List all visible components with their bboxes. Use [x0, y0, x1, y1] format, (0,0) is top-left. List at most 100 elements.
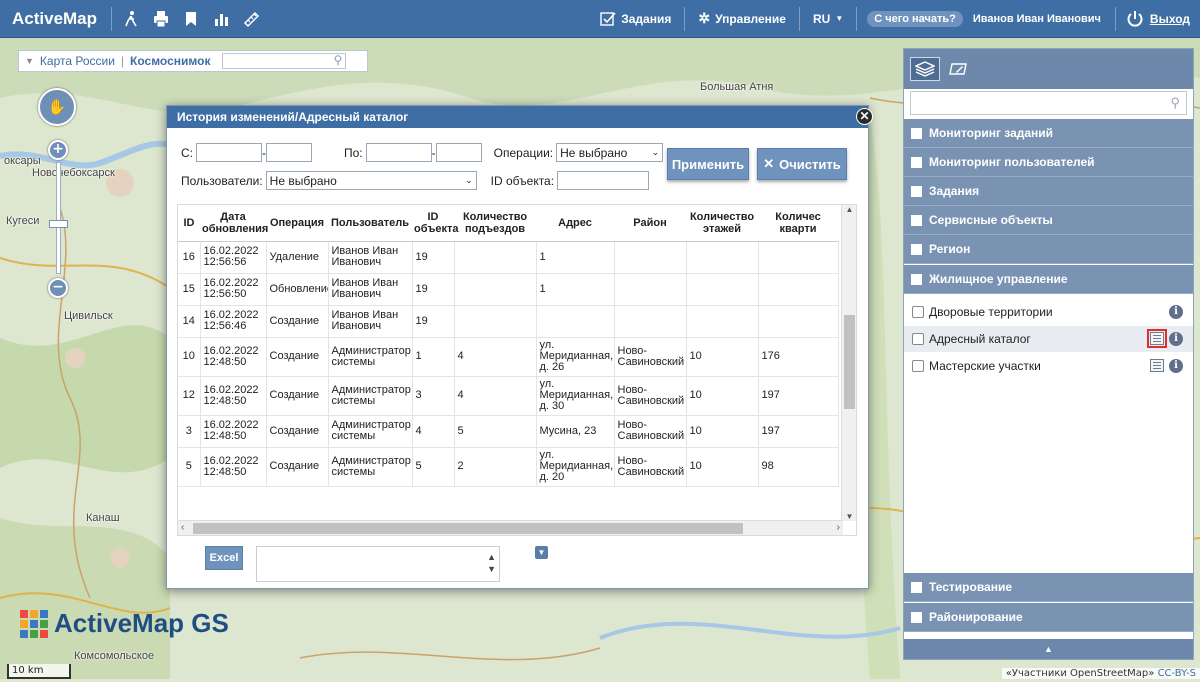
info-icon[interactable]: i: [1169, 332, 1183, 346]
panel-collapse-button[interactable]: ▲: [904, 639, 1193, 659]
layers-tab-icon[interactable]: [910, 57, 940, 81]
col-header-address[interactable]: Адрес: [536, 205, 614, 242]
attribution-link[interactable]: CC-BY-S: [1158, 668, 1196, 679]
table-row[interactable]: 16 16.02.2022 12:56:56 Удаление Иванов И…: [178, 241, 839, 274]
scroll-right-icon[interactable]: ›: [837, 521, 840, 535]
cell-date: 16.02.2022 12:56:56: [200, 241, 267, 274]
apply-button[interactable]: Применить: [667, 148, 749, 180]
manage-button[interactable]: ✲ Управление: [689, 0, 795, 38]
chart-icon[interactable]: [206, 4, 236, 34]
section-zoning[interactable]: Районирование: [904, 603, 1193, 632]
vertical-scroll-thumb[interactable]: [844, 315, 855, 409]
section-checkbox[interactable]: [911, 127, 922, 139]
user-name[interactable]: Иванов Иван Иванович: [963, 13, 1111, 25]
map-label-kanash: Канаш: [86, 512, 120, 524]
section-checkbox[interactable]: [911, 185, 922, 197]
dialog-titlebar[interactable]: История изменений/Адресный каталог ✕: [167, 106, 873, 128]
section-service-objects[interactable]: Сервисные объекты: [904, 206, 1193, 235]
section-task-monitoring[interactable]: Мониторинг заданий: [904, 119, 1193, 148]
section-checkbox[interactable]: [911, 214, 922, 226]
spinner-arrows-icon[interactable]: ▲ ▼: [487, 551, 496, 575]
page-dropdown-icon[interactable]: ▼: [535, 546, 548, 559]
col-header-operation[interactable]: Операция: [266, 205, 328, 242]
operations-select[interactable]: Не выбрано ⌄: [556, 143, 664, 162]
clear-button[interactable]: ✕ Очистить: [757, 148, 847, 180]
map-search-input[interactable]: ⚲: [222, 53, 347, 69]
section-testing[interactable]: Тестирование: [904, 573, 1193, 602]
section-checkbox[interactable]: [911, 243, 922, 255]
map-label-cheboksary: оксары: [4, 155, 41, 167]
layer-checkbox[interactable]: [912, 333, 924, 345]
scroll-up-icon[interactable]: ▲: [842, 205, 856, 214]
section-checkbox[interactable]: [911, 156, 922, 168]
table-row[interactable]: 3 16.02.2022 12:48:50 Создание Администр…: [178, 415, 839, 448]
table-horizontal-scrollbar[interactable]: ‹ ›: [178, 520, 843, 535]
print-icon[interactable]: [146, 4, 176, 34]
from-date-input[interactable]: [196, 143, 262, 162]
col-header-user[interactable]: Пользователь: [328, 205, 412, 242]
history-list-icon[interactable]: [1150, 359, 1164, 372]
to-time-input[interactable]: [435, 143, 482, 162]
section-checkbox[interactable]: [911, 611, 922, 623]
help-start-button[interactable]: С чего начать?: [867, 10, 963, 27]
table-vertical-scrollbar[interactable]: ▲ ▼: [841, 205, 856, 521]
bookmark-icon[interactable]: [176, 4, 206, 34]
scroll-down-icon[interactable]: ▼: [842, 512, 856, 521]
zoom-slider-handle[interactable]: [49, 220, 68, 228]
layer-option-russia-map[interactable]: Карта России: [40, 54, 115, 68]
layer-item-workshops[interactable]: Мастерские участки i: [904, 353, 1193, 379]
zoom-in-button[interactable]: +: [48, 140, 68, 160]
layer-option-satellite[interactable]: Космоснимок: [130, 54, 210, 68]
table-row[interactable]: 5 16.02.2022 12:48:50 Создание Администр…: [178, 447, 839, 487]
search-icon[interactable]: ⚲: [334, 53, 343, 67]
from-time-input[interactable]: [266, 143, 312, 162]
layer-item-address-catalog[interactable]: Адресный каталог i: [904, 326, 1193, 352]
section-checkbox[interactable]: [911, 581, 922, 593]
object-id-input[interactable]: [557, 171, 650, 190]
section-housing[interactable]: Жилищное управление: [904, 265, 1193, 294]
info-icon[interactable]: i: [1169, 359, 1183, 373]
language-dropdown[interactable]: RU ▼: [804, 0, 852, 38]
section-checkbox[interactable]: [911, 273, 922, 285]
table-row[interactable]: 15 16.02.2022 12:56:50 Обновление Иванов…: [178, 273, 839, 306]
history-list-icon[interactable]: [1147, 329, 1167, 348]
col-header-floors[interactable]: Количество этажей: [686, 205, 758, 242]
section-tasks[interactable]: Задания: [904, 177, 1193, 206]
col-header-id[interactable]: ID: [178, 205, 200, 242]
exit-button[interactable]: Выход: [1120, 10, 1200, 28]
col-header-flats[interactable]: Количес кварти: [758, 205, 838, 242]
col-header-date[interactable]: Дата обновления: [200, 205, 268, 242]
search-icon[interactable]: ⚲: [1170, 95, 1180, 111]
layer-search-input[interactable]: ⚲: [910, 91, 1187, 115]
layer-checkbox[interactable]: [912, 306, 924, 318]
horizontal-scroll-thumb[interactable]: [193, 523, 743, 534]
table-row[interactable]: 12 16.02.2022 12:48:50 Создание Админист…: [178, 376, 839, 416]
users-select[interactable]: Не выбрано ⌄: [265, 171, 477, 190]
walker-icon[interactable]: [116, 4, 146, 34]
tasks-button[interactable]: Задания: [591, 0, 680, 38]
table-row[interactable]: 10 16.02.2022 12:48:50 Создание Админист…: [178, 337, 839, 377]
language-label: RU: [812, 11, 831, 26]
col-header-district[interactable]: Район: [614, 205, 686, 242]
to-date-input[interactable]: [365, 143, 432, 162]
section-region[interactable]: Регион: [904, 235, 1193, 264]
col-header-entrances[interactable]: Количество подъездов: [454, 205, 536, 242]
scroll-left-icon[interactable]: ‹: [181, 521, 184, 535]
close-icon[interactable]: ✕: [856, 108, 873, 125]
cell-user: Администратор системы: [328, 376, 413, 416]
legend-tab-icon[interactable]: [944, 57, 974, 81]
excel-export-button[interactable]: Excel: [205, 546, 243, 570]
ruler-icon[interactable]: [236, 4, 266, 34]
chevron-down-icon[interactable]: ▼: [25, 56, 34, 66]
zoom-out-button[interactable]: −: [48, 278, 68, 298]
page-size-input[interactable]: ▲ ▼: [256, 546, 500, 582]
col-header-object-id[interactable]: ID объекта: [412, 205, 459, 242]
pan-control[interactable]: ✋: [38, 88, 76, 126]
layer-item-yards[interactable]: Дворовые территории i: [904, 299, 1193, 325]
table-row[interactable]: 14 16.02.2022 12:56:46 Создание Иванов И…: [178, 305, 839, 338]
app-brand[interactable]: ActiveMap: [0, 9, 107, 29]
section-user-monitoring[interactable]: Мониторинг пользователей: [904, 148, 1193, 177]
zoom-slider-track[interactable]: [56, 162, 61, 274]
layer-checkbox[interactable]: [912, 360, 924, 372]
info-icon[interactable]: i: [1169, 305, 1183, 319]
